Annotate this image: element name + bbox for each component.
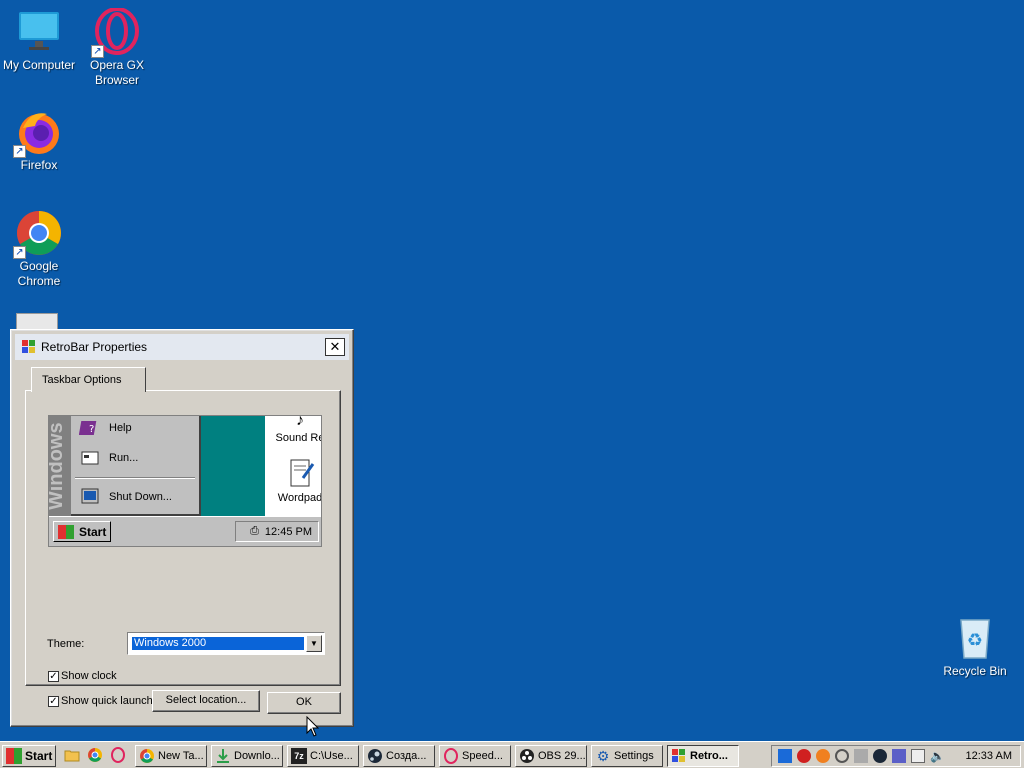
opera-icon[interactable] bbox=[110, 747, 126, 763]
show-clock-label: Show clock bbox=[61, 670, 117, 682]
show-clock-checkbox[interactable]: ✓ bbox=[48, 670, 59, 682]
teams-icon[interactable] bbox=[892, 749, 906, 763]
svg-text:♻: ♻ bbox=[967, 630, 983, 651]
chrome-icon bbox=[139, 748, 155, 764]
desktop-icon-label: Opera GX Browser bbox=[89, 58, 145, 87]
taskbar-button-retrobar[interactable]: Retro... bbox=[667, 745, 739, 767]
chrome-icon[interactable] bbox=[87, 747, 103, 763]
theme-preview: Windows ? Help Run... Shut Down... ♪ Sou… bbox=[48, 415, 322, 547]
desktop-icon-my-computer[interactable]: My Computer bbox=[0, 8, 78, 73]
desktop-icon-label: Google Chrome bbox=[17, 259, 61, 288]
svg-text:?: ? bbox=[89, 424, 94, 435]
download-icon bbox=[215, 748, 231, 764]
show-quick-launch-label: Show quick launch bbox=[61, 695, 153, 707]
7zip-icon: 7z bbox=[291, 748, 307, 764]
taskbar-button-new-tab[interactable]: New Ta... bbox=[135, 745, 207, 767]
desktop-icon-firefox[interactable]: ↗ Firefox bbox=[0, 108, 78, 173]
display-icon[interactable] bbox=[911, 749, 925, 763]
retrobar-icon bbox=[21, 339, 37, 355]
start-button[interactable]: Start bbox=[2, 745, 56, 767]
theme-select-value: Windows 2000 bbox=[132, 637, 304, 650]
preview-start-menu: Windows ? Help Run... Shut Down... bbox=[49, 416, 201, 516]
taskbar-button-opera[interactable]: Speed... bbox=[439, 745, 511, 767]
opera-gx-icon: ↗ bbox=[91, 7, 141, 58]
opera-icon bbox=[443, 748, 459, 764]
retrobar-icon bbox=[671, 748, 687, 764]
windows-logo-icon bbox=[58, 524, 74, 539]
desktop-icon-chrome[interactable]: ↗ Google Chrome bbox=[0, 209, 78, 289]
volume-icon[interactable]: 🔈 bbox=[930, 749, 945, 763]
security-icon[interactable] bbox=[778, 749, 792, 763]
desktop-icon-opera-gx[interactable]: ↗ Opera GX Browser bbox=[78, 7, 156, 88]
desktop-icon-recycle-bin[interactable]: ♻ Recycle Bin bbox=[936, 614, 1014, 679]
taskbar-button-downloads[interactable]: Downlo... bbox=[211, 745, 283, 767]
gear-icon: ⚙ bbox=[596, 748, 610, 764]
firefox-icon: ↗ bbox=[13, 108, 63, 158]
steam-tray-icon[interactable] bbox=[873, 749, 887, 763]
preview-start-side-banner: Windows bbox=[49, 416, 71, 516]
select-location-button[interactable]: Select location... bbox=[152, 690, 260, 712]
dialog-titlebar[interactable]: RetroBar Properties ✕ bbox=[15, 334, 349, 360]
mouse-cursor-icon bbox=[306, 715, 320, 741]
obs-icon bbox=[519, 748, 535, 764]
sound-recorder-icon: ♪ bbox=[296, 415, 304, 429]
shortcut-arrow-icon: ↗ bbox=[13, 145, 26, 158]
folder-icon[interactable] bbox=[64, 747, 80, 763]
preview-tray: ⎙ 12:45 PM bbox=[235, 521, 319, 542]
network-off-icon[interactable] bbox=[835, 749, 849, 763]
usb-icon[interactable] bbox=[854, 749, 868, 763]
shutdown-icon bbox=[79, 486, 101, 508]
recycle-bin-icon: ♻ bbox=[951, 614, 999, 662]
retrobar-properties-dialog: RetroBar Properties ✕ Taskbar Options Wi… bbox=[10, 329, 354, 727]
taskbar-button-obs[interactable]: OBS 29.... bbox=[515, 745, 587, 767]
windows-logo-icon bbox=[6, 748, 22, 764]
shortcut-arrow-icon: ↗ bbox=[91, 45, 104, 58]
taskbar-button-settings[interactable]: ⚙ Settings bbox=[591, 745, 663, 767]
dialog-title: RetroBar Properties bbox=[41, 340, 148, 354]
system-tray: 🔈 12:33 AM bbox=[771, 745, 1021, 767]
show-quick-launch-checkbox[interactable]: ✓ bbox=[48, 695, 59, 707]
taskbar-clock[interactable]: 12:33 AM bbox=[966, 750, 1012, 762]
preview-desktop-area: ♪ Sound Re Wordpad bbox=[265, 415, 321, 516]
media-icon[interactable] bbox=[797, 749, 811, 763]
tab-panel: Windows ? Help Run... Shut Down... ♪ Sou… bbox=[25, 390, 341, 712]
shortcut-arrow-icon: ↗ bbox=[13, 246, 26, 259]
desktop-icon-label: Firefox bbox=[20, 158, 58, 172]
close-button[interactable]: ✕ bbox=[325, 338, 345, 356]
taskbar-button-7zip[interactable]: 7z C:\Use... bbox=[287, 745, 359, 767]
ok-button[interactable]: OK bbox=[267, 692, 341, 714]
show-clock-row[interactable]: ✓ Show clock bbox=[48, 670, 117, 682]
preview-taskbar: Start ⎙ 12:45 PM bbox=[49, 516, 321, 546]
theme-label: Theme: bbox=[47, 638, 85, 650]
printer-icon: ⎙ bbox=[250, 525, 259, 537]
show-quick-launch-row[interactable]: ✓ Show quick launch bbox=[48, 695, 153, 707]
preview-menu-item-run: Run... bbox=[79, 447, 138, 469]
taskbar-button-steam[interactable]: Созда... bbox=[363, 745, 435, 767]
preview-menu-separator bbox=[75, 477, 195, 479]
desktop-icon-label: My Computer bbox=[2, 58, 76, 72]
chrome-icon: ↗ bbox=[13, 209, 63, 259]
help-book-icon: ? bbox=[78, 417, 101, 439]
preview-menu-item-help: ? Help bbox=[78, 417, 132, 439]
run-icon bbox=[79, 447, 101, 469]
monitor-icon bbox=[15, 8, 63, 56]
search-tray-icon[interactable] bbox=[816, 749, 830, 763]
preview-menu-item-shutdown: Shut Down... bbox=[79, 486, 172, 508]
tab-taskbar-options[interactable]: Taskbar Options bbox=[31, 367, 146, 392]
chevron-down-icon[interactable]: ▼ bbox=[306, 635, 322, 652]
taskbar: Start New Ta... Downlo... 7z C:\Use... С… bbox=[0, 741, 1024, 768]
preview-start-button: Start bbox=[53, 521, 111, 542]
theme-select[interactable]: Windows 2000 ▼ bbox=[127, 632, 325, 655]
wordpad-icon bbox=[265, 456, 321, 492]
preview-desktop-icon: ♪ Sound Re bbox=[265, 415, 321, 444]
steam-icon bbox=[367, 748, 383, 764]
preview-desktop-icon: Wordpad bbox=[265, 456, 321, 504]
desktop-icon-label: Recycle Bin bbox=[943, 664, 1007, 678]
